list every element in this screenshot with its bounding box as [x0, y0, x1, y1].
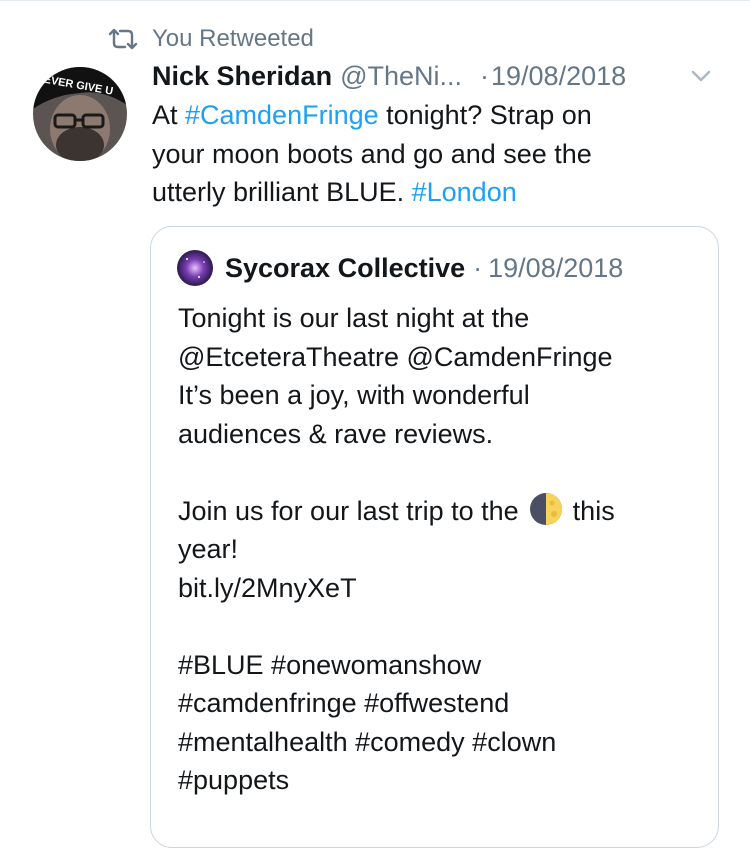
retweet-context: You Retweeted [108, 24, 314, 54]
quoted-line-text: Tonight is our last night at the [178, 303, 530, 333]
hashtag-link[interactable]: #London [412, 177, 517, 207]
quoted-line: year! [178, 530, 698, 569]
tweet-date[interactable]: 19/08/2018 [491, 61, 626, 92]
quoted-line-text: #BLUE #onewomanshow [178, 649, 482, 680]
quoted-tweet-body: Tonight is our last night at the @Etceter… [178, 299, 698, 800]
tweet-text-segment: your moon boots and go and see the [152, 138, 592, 169]
quoted-line: audiences & rave reviews. [178, 415, 698, 454]
quoted-line: bit.ly/2MnyXeT [178, 569, 698, 608]
quoted-line-text: year! [178, 534, 239, 564]
quoted-line-text: It’s been a joy, with wonderful [178, 380, 530, 410]
author-name[interactable]: Nick Sheridan [152, 61, 332, 92]
quoted-author-avatar[interactable] [177, 250, 213, 286]
quoted-tweet-date[interactable]: 19/08/2018 [488, 253, 623, 284]
quoted-line-suffix: this [572, 495, 615, 526]
tweet-header: Nick Sheridan @TheNi... · 19/08/2018 [152, 58, 720, 94]
quoted-line: #camdenfringe #offwestend [178, 684, 698, 723]
chevron-down-icon[interactable] [690, 68, 712, 84]
quoted-line-text: #puppets [178, 765, 290, 795]
retweet-label: You Retweeted [152, 25, 314, 52]
tweet-line: At #CamdenFringe tonight? Strap on [152, 96, 722, 135]
retweet-icon [108, 28, 138, 50]
quoted-line: #puppets [178, 761, 698, 800]
first-quarter-moon-icon [529, 492, 562, 525]
quoted-header-separator: · [473, 252, 483, 283]
hashtag-link[interactable]: #CamdenFringe [185, 100, 379, 130]
tweet-text-segment: tonight? Strap on [378, 100, 592, 130]
quoted-tweet-header: Sycorax Collective · 19/08/2018 [177, 249, 623, 287]
quoted-tweet[interactable]: Sycorax Collective · 19/08/2018 Tonight … [150, 226, 719, 848]
quoted-line: Join us for our last trip to the this [178, 492, 698, 531]
quoted-line: Tonight is our last night at the [178, 299, 698, 338]
quoted-line: It’s been a joy, with wonderful [178, 376, 698, 415]
tweet-body: At #CamdenFringe tonight? Strap on your m… [152, 96, 722, 212]
tweet-text-segment: utterly brilliant BLUE. [152, 177, 412, 207]
tweet-line: utterly brilliant BLUE. #London [152, 173, 722, 212]
author-avatar[interactable]: EVER GIVE U [33, 67, 127, 161]
tweet-text-segment: At [152, 100, 186, 130]
top-divider [0, 0, 750, 1]
quoted-line-text: @EtceteraTheatre @CamdenFringe [178, 341, 613, 372]
quoted-line: @EtceteraTheatre @CamdenFringe [178, 338, 698, 377]
quoted-author-name[interactable]: Sycorax Collective [225, 253, 465, 284]
quoted-line-text: bit.ly/2MnyXeT [178, 572, 357, 603]
quoted-line: #BLUE #onewomanshow [178, 646, 698, 685]
quoted-line-text: #camdenfringe #offwestend [178, 688, 510, 718]
author-handle[interactable]: @TheNi... [340, 61, 462, 92]
header-separator: · [480, 60, 489, 91]
quoted-line-text: audiences & rave reviews. [178, 418, 494, 449]
quoted-line-text: Join us for our last trip to the [178, 495, 519, 526]
quoted-line: #mentalhealth #comedy #clown [178, 723, 698, 762]
quoted-line-text: #mentalhealth #comedy #clown [178, 726, 557, 757]
tweet-line: your moon boots and go and see the [152, 135, 722, 174]
